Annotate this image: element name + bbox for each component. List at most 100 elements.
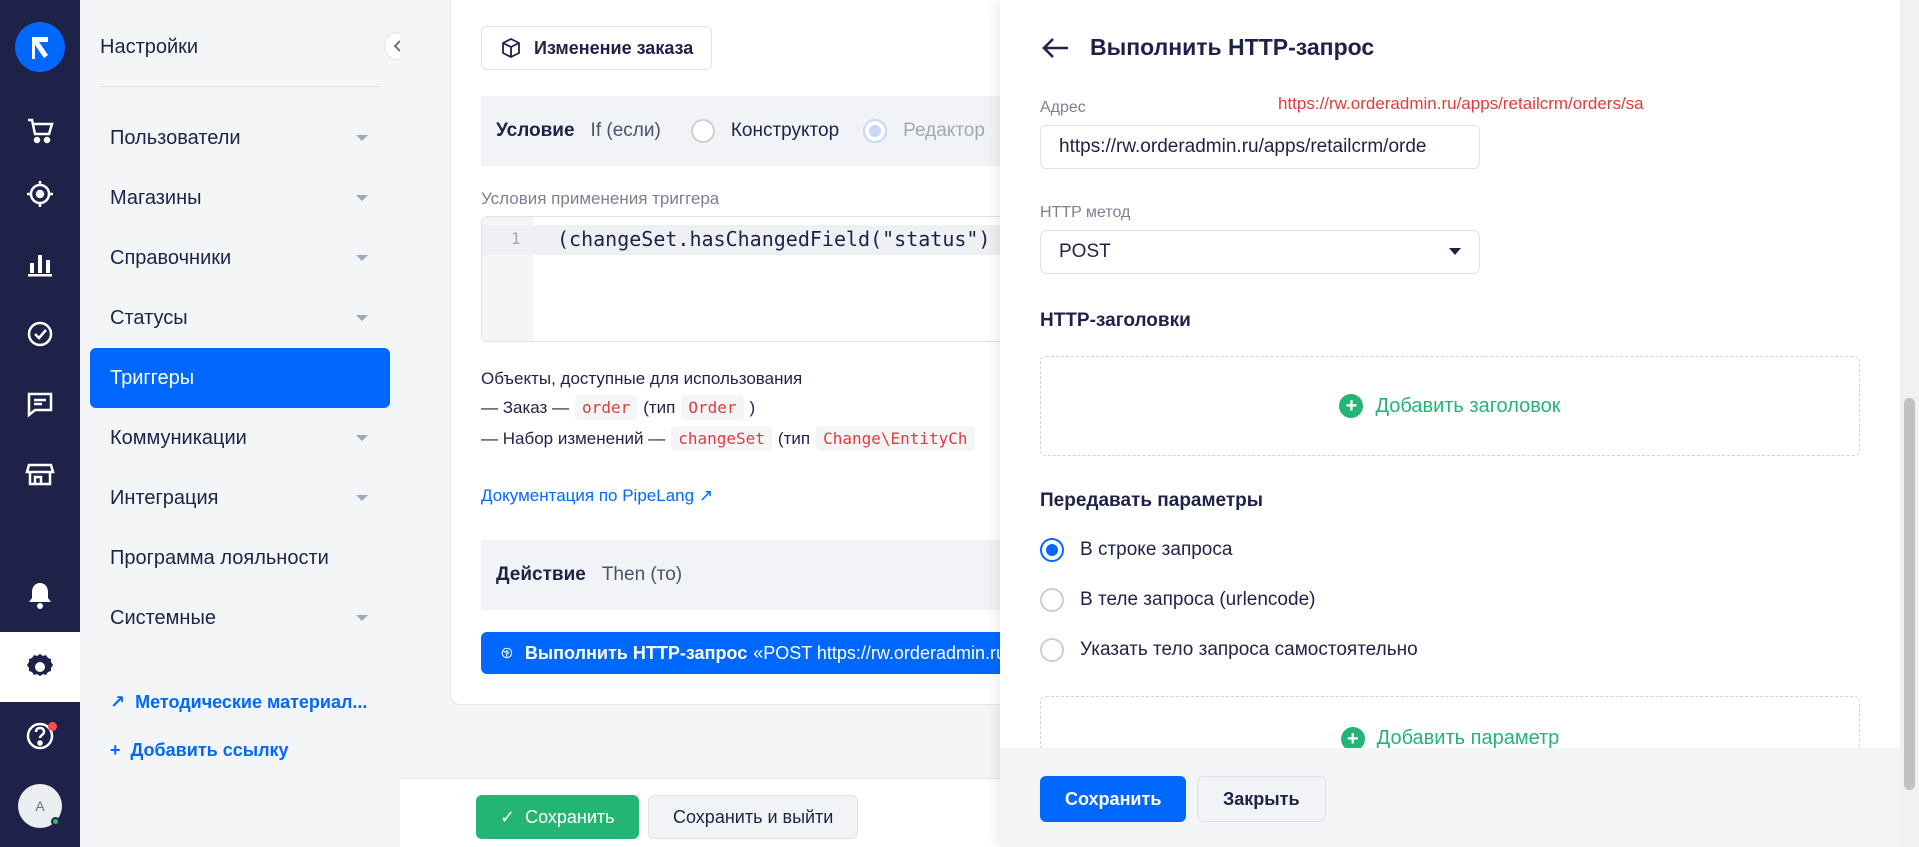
code-editor[interactable]: 1 (changeSet.hasChangedField("status")	[481, 216, 1021, 342]
arrow-up-right-icon: ↗	[110, 692, 126, 712]
chevron-down-icon	[356, 195, 368, 201]
plus-circle-icon: +	[1339, 394, 1364, 418]
radio-selected[interactable]	[1040, 538, 1064, 562]
param-option-body-urlencode[interactable]: В теле запроса (urlencode)	[1040, 588, 1315, 612]
store-icon[interactable]	[0, 444, 80, 504]
http-request-panel: Выполнить HTTP-запрос Адрес https://rw.o…	[1000, 0, 1900, 847]
sidebar-title: Настройки	[100, 36, 199, 58]
panel-title: Выполнить HTTP-запрос	[1090, 34, 1375, 60]
condition-subtitle: If (если)	[590, 120, 661, 141]
back-button[interactable]	[1040, 32, 1072, 64]
trigger-conditions-label: Условия применения триггера	[481, 189, 720, 208]
methodical-materials-link[interactable]: ↗ Методические материал...	[110, 692, 367, 713]
object-order-row: — Заказ — order (тип Order )	[481, 395, 755, 420]
panel-footer: Сохранить Закрыть	[1000, 748, 1900, 847]
online-status-dot	[51, 817, 60, 826]
radio-unselected[interactable]	[1040, 588, 1064, 612]
option-label: В строке запроса	[1080, 539, 1233, 560]
button-label: Добавить параметр	[1376, 727, 1560, 749]
sidebar-item-triggers[interactable]: Триггеры	[90, 348, 390, 408]
chevron-down-icon	[356, 255, 368, 261]
plus-icon: +	[110, 740, 121, 760]
caret-down-icon	[1449, 248, 1461, 255]
param-option-query[interactable]: В строке запроса	[1040, 538, 1232, 562]
sidebar-item-system[interactable]: Системные	[90, 588, 390, 648]
sidebar-item-dictionaries[interactable]: Справочники	[90, 228, 390, 288]
sidebar-divider	[100, 86, 380, 87]
chevron-down-icon	[356, 495, 368, 501]
link-label: Методические материал...	[135, 692, 368, 712]
settings-sidebar: Настройки Пользователи Магазины Справочн…	[80, 0, 400, 847]
code-line: (changeSet.hasChangedField("status")	[557, 227, 991, 251]
scrollbar-thumb[interactable]	[1904, 398, 1915, 790]
object-prefix: — Заказ —	[481, 397, 570, 417]
address-input[interactable]: https://rw.orderadmin.ru/apps/retailcrm/…	[1040, 125, 1480, 169]
sidebar-item-label: Триггеры	[110, 366, 195, 389]
http-method-value: POST	[1059, 241, 1111, 262]
settings-gear-icon[interactable]	[0, 632, 80, 702]
avatar-letter: А	[35, 798, 45, 814]
action-item-title: Выполнить HTTP-запрос	[524, 642, 748, 663]
object-prefix: — Набор изменений —	[481, 428, 666, 448]
globe-icon	[501, 647, 513, 659]
sidebar-item-communications[interactable]: Коммуникации	[90, 408, 390, 468]
sidebar-item-label: Справочники	[110, 246, 232, 269]
save-button[interactable]: ✓ Сохранить	[476, 795, 639, 839]
condition-title: Условие	[496, 120, 575, 141]
arrow-left-icon	[1042, 38, 1068, 58]
http-method-select[interactable]: POST	[1040, 230, 1480, 274]
url-annotation: https://rw.orderadmin.ru/apps/retailcrm/…	[1278, 94, 1644, 113]
button-label: Добавить заголовок	[1375, 394, 1561, 417]
app-rail: А	[0, 0, 80, 847]
analytics-icon[interactable]	[0, 234, 80, 294]
param-option-custom-body[interactable]: Указать тело запроса самостоятельно	[1040, 638, 1418, 662]
option-label: Указать тело запроса самостоятельно	[1080, 639, 1418, 660]
save-and-exit-button[interactable]: Сохранить и выйти	[648, 795, 859, 839]
tasks-check-icon[interactable]	[0, 304, 80, 364]
add-link-button[interactable]: + Добавить ссылку	[110, 740, 289, 761]
order-change-button[interactable]: Изменение заказа	[481, 26, 713, 70]
user-avatar[interactable]: А	[18, 784, 62, 828]
sidebar-item-shops[interactable]: Магазины	[90, 168, 390, 228]
address-label: Адрес	[1040, 99, 1086, 116]
sidebar-item-users[interactable]: Пользователи	[90, 108, 390, 168]
editor-label: Редактор	[903, 120, 985, 141]
panel-close-button[interactable]: Закрыть	[1197, 776, 1326, 822]
editor-footer: ✓ Сохранить Сохранить и выйти	[400, 778, 1000, 847]
address-value: https://rw.orderadmin.ru/apps/retailcrm/…	[1059, 136, 1427, 157]
app-logo[interactable]	[15, 22, 65, 72]
target-icon[interactable]	[0, 164, 80, 224]
sidebar-item-integration[interactable]: Интеграция	[90, 468, 390, 528]
external-link-icon: ↗	[698, 486, 714, 505]
object-changeset-row: — Набор изменений — changeSet (тип Chang…	[481, 426, 981, 451]
http-method-label: HTTP метод	[1040, 204, 1131, 221]
pipelang-docs-link[interactable]: Документация по PipeLang ↗	[481, 486, 713, 506]
objects-title: Объекты, доступные для использования	[481, 369, 803, 388]
http-request-action-item[interactable]: Выполнить HTTP-запрос «POST https://rw.o…	[481, 632, 1021, 674]
radio-unselected[interactable]	[1040, 638, 1064, 662]
cart-icon[interactable]	[0, 100, 80, 160]
object-type-prefix: (тип	[643, 397, 676, 417]
chat-icon[interactable]	[0, 374, 80, 434]
button-label: Сохранить и выйти	[673, 806, 834, 827]
condition-header: Условие If (если) Конструктор Редактор	[481, 96, 1021, 166]
chevron-down-icon	[356, 435, 368, 441]
action-title: Действие	[496, 564, 586, 585]
chevron-down-icon	[356, 615, 368, 621]
sidebar-item-label: Системные	[110, 606, 216, 629]
line-number: 1	[511, 229, 521, 248]
trigger-editor: Изменение заказа Условие If (если) Конст…	[400, 0, 1021, 847]
constructor-radio[interactable]	[690, 119, 715, 143]
notification-dot	[48, 722, 57, 731]
button-label: Сохранить	[525, 806, 615, 827]
sidebar-item-label: Пользователи	[110, 126, 241, 149]
panel-save-button[interactable]: Сохранить	[1040, 776, 1187, 822]
action-header: Действие Then (то)	[481, 540, 1021, 610]
bell-icon[interactable]	[0, 565, 80, 625]
sidebar-item-statuses[interactable]: Статусы	[90, 288, 390, 348]
sidebar-item-loyalty[interactable]: Программа лояльности	[90, 528, 390, 588]
object-type: Change\EntityCh	[816, 426, 975, 451]
help-icon[interactable]	[0, 706, 80, 766]
editor-radio[interactable]	[863, 119, 888, 143]
add-header-button[interactable]: + Добавить заголовок	[1040, 356, 1860, 456]
